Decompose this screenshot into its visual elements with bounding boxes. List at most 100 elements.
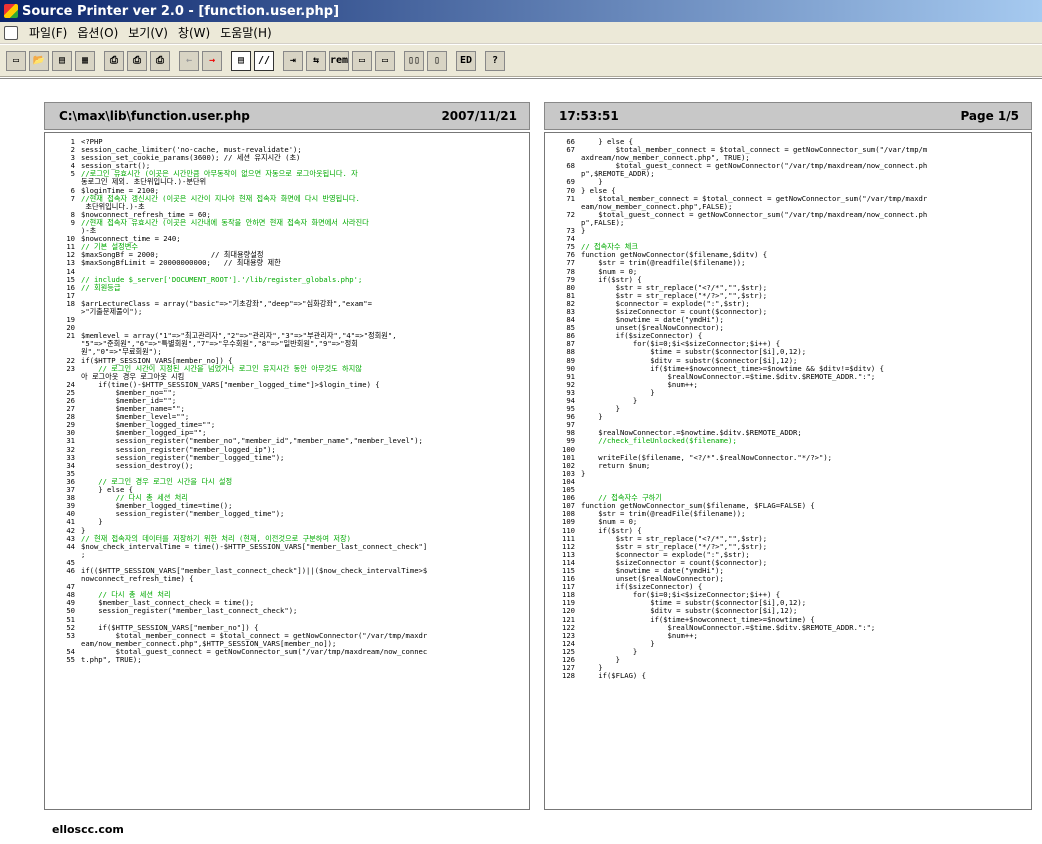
code-line: ;	[49, 549, 525, 559]
left-page-header: C:\max\lib\function.user.php 2007/11/21	[44, 102, 530, 130]
line-number: 53	[66, 630, 75, 640]
line-number: 12	[66, 250, 75, 260]
line-number: 80	[566, 282, 575, 292]
header-button[interactable]: ▭	[352, 50, 372, 71]
line-number: 74	[566, 234, 575, 244]
comment-button[interactable]: //	[254, 50, 274, 71]
line-number: 35	[66, 468, 75, 478]
save-button[interactable]: ▤	[52, 50, 72, 71]
line-number: 46	[66, 565, 75, 575]
new-button[interactable]: ▭	[6, 50, 26, 71]
line-number: 93	[566, 387, 575, 397]
line-number: 5	[70, 169, 75, 179]
code-line: 126 }	[549, 655, 1027, 664]
line-number	[49, 373, 81, 381]
footer-icon: ▭	[381, 55, 389, 66]
line-number-icon: ▤	[237, 55, 245, 66]
menu-view[interactable]: 보기(V)	[123, 24, 173, 41]
line-number: 54	[66, 646, 75, 656]
line-number: 21	[66, 331, 75, 341]
editor-button[interactable]: ED	[456, 50, 476, 71]
editor-icon: ED	[459, 55, 473, 66]
line-number: 86	[566, 331, 575, 341]
menu-file[interactable]: 파일(F)	[24, 24, 72, 41]
one-page-button[interactable]: ▯	[427, 50, 447, 71]
code-text: }	[581, 468, 586, 478]
header-icon: ▭	[358, 55, 366, 66]
print-time: 17:53:51	[559, 109, 619, 123]
menu-help[interactable]: 도움말(H)	[215, 24, 277, 41]
line-number: 31	[66, 436, 75, 446]
line-number: 82	[566, 298, 575, 308]
line-number	[49, 575, 81, 583]
line-number: 19	[66, 315, 75, 325]
line-number: 43	[66, 533, 75, 543]
code-text: if($FLAG) {	[581, 671, 646, 681]
line-number: 41	[66, 517, 75, 527]
code-line: 94 }	[549, 396, 1027, 405]
line-number	[49, 227, 81, 235]
indent-icon: ⇥	[289, 55, 297, 66]
menu-options[interactable]: 옵션(O)	[72, 24, 123, 41]
indent-button[interactable]: ⇥	[283, 50, 303, 71]
open-folder-button[interactable]: 📂	[29, 50, 49, 71]
line-number: 49	[66, 598, 75, 608]
line-number: 37	[66, 485, 75, 495]
line-number: 68	[566, 161, 575, 171]
help-icon: ?	[491, 55, 499, 66]
code-line: 40 session_register("member_logged_time"…	[49, 510, 525, 518]
footer-button[interactable]: ▭	[375, 50, 395, 71]
line-number	[49, 348, 81, 356]
line-number: 8	[70, 209, 75, 219]
line-number-button[interactable]: ▤	[231, 50, 251, 71]
code-text: //현재 접속자 유효시간 (이곳은 시간내에 동작을 안하면 현재 접속자 화…	[81, 217, 369, 227]
line-number	[549, 154, 581, 162]
code-text: ;	[81, 549, 86, 559]
line-number: 13	[66, 258, 75, 268]
print-all-button[interactable]: ⎙	[150, 50, 170, 71]
line-number: 128	[562, 671, 575, 681]
help-button[interactable]: ?	[485, 50, 505, 71]
line-number	[49, 340, 81, 348]
line-number: 32	[66, 444, 75, 454]
line-number: 50	[66, 606, 75, 616]
menu-bar: 파일(F) 옵션(O) 보기(V) 창(W) 도움말(H)	[0, 22, 1042, 44]
two-page-button[interactable]: ▯▯	[404, 50, 424, 71]
print-preview-button[interactable]: ▦	[75, 50, 95, 71]
line-number: 55	[66, 655, 75, 664]
line-number	[49, 308, 81, 316]
left-code-page: 1 <?PHP 2 session_cache_limiter('no-cache, …	[44, 132, 530, 810]
arrow-left-button[interactable]: ←	[179, 50, 199, 71]
code-line: 9 //현재 접속자 유효시간 (이곳은 시간내에 동작을 안하면 현재 접속자 …	[49, 217, 525, 227]
new-icon: ▭	[12, 55, 20, 66]
line-number	[49, 178, 81, 186]
line-number: 20	[66, 323, 75, 333]
code-line: 104	[549, 477, 1027, 486]
line-number: 3	[70, 153, 75, 163]
one-page-icon: ▯	[433, 55, 441, 66]
print-setup-button[interactable]: ⎙	[127, 50, 147, 71]
line-number: 38	[66, 493, 75, 503]
line-number: 39	[66, 501, 75, 511]
print-preview-icon: ▦	[81, 55, 89, 66]
code-text: >"기출문제풀이");	[81, 306, 143, 316]
document-icon[interactable]	[4, 25, 18, 40]
code-text: session_destroy();	[81, 460, 194, 470]
print-button[interactable]: ⎙	[104, 50, 124, 71]
line-number: 24	[66, 379, 75, 389]
code-line: p",FALSE);	[549, 218, 1027, 227]
line-number: 36	[66, 476, 75, 486]
rem-button[interactable]: rem	[329, 50, 349, 71]
line-number: 42	[66, 525, 75, 535]
line-number: 77	[566, 258, 575, 268]
line-number: 33	[66, 452, 75, 462]
line-number	[549, 219, 581, 227]
line-number: 52	[66, 622, 75, 632]
tab-button[interactable]: ⇆	[306, 50, 326, 71]
print-all-icon: ⎙	[156, 55, 164, 66]
menu-window[interactable]: 창(W)	[173, 24, 215, 41]
line-number: 6	[70, 185, 75, 195]
arrow-right-button[interactable]: →	[202, 50, 222, 71]
line-number: 1	[70, 137, 75, 146]
code-line: 19	[49, 315, 525, 325]
